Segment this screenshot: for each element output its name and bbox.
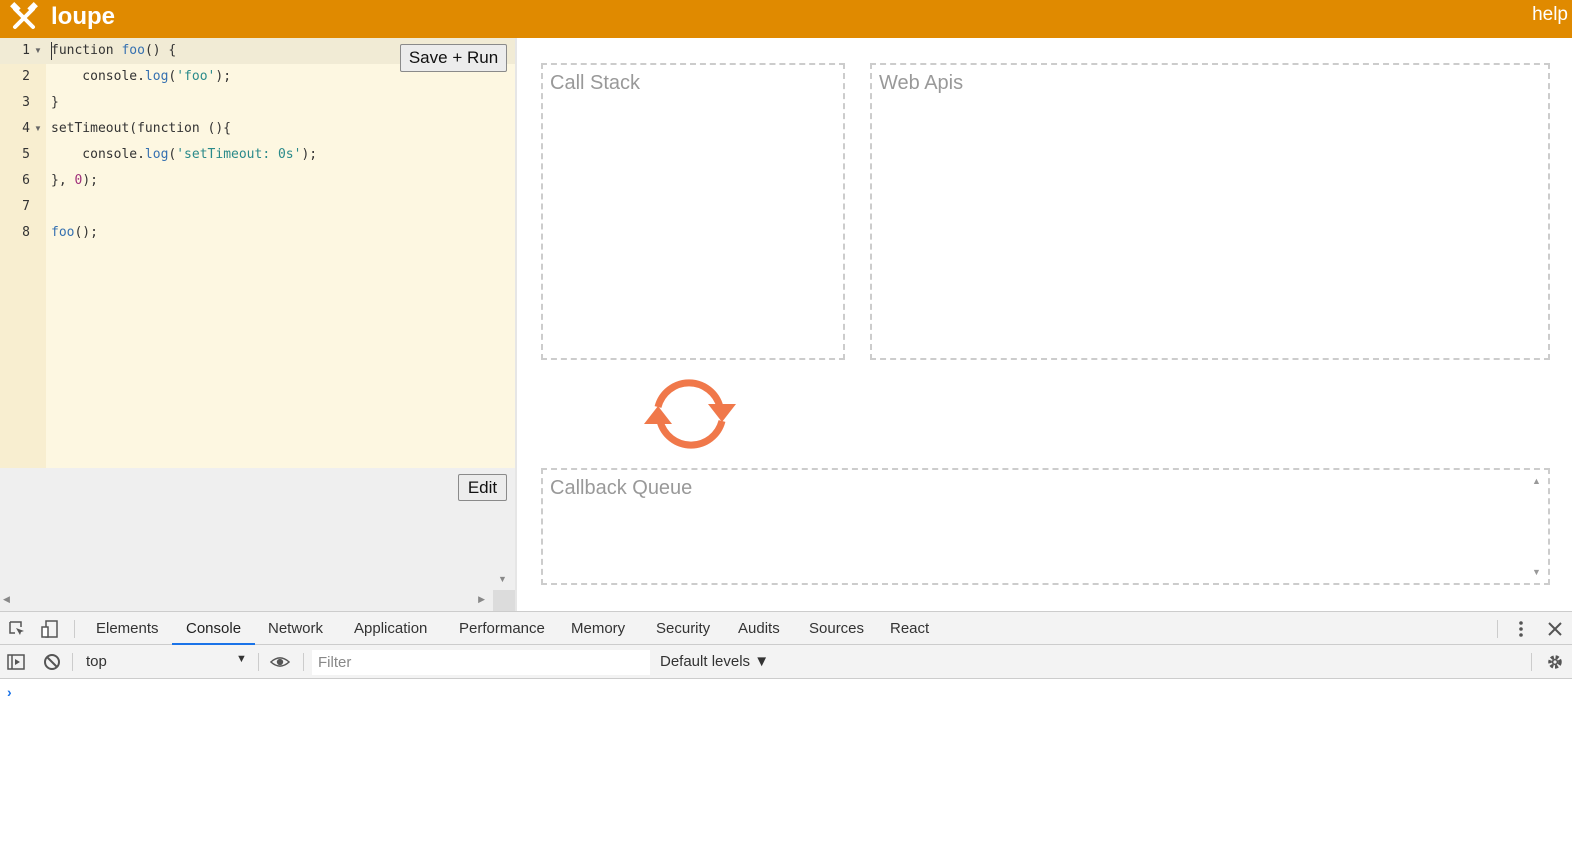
- code-line[interactable]: setTimeout(function (){: [51, 116, 231, 142]
- line-number: 4: [22, 121, 30, 136]
- eye-icon[interactable]: [270, 652, 290, 672]
- line-number: 2: [22, 69, 30, 84]
- gear-icon[interactable]: [1545, 652, 1565, 672]
- tab-elements[interactable]: Elements: [96, 612, 159, 645]
- call-stack-panel: Call Stack: [541, 63, 845, 360]
- line-number: 1: [22, 43, 30, 58]
- tab-application[interactable]: Application: [354, 612, 427, 645]
- scroll-down-icon[interactable]: ▼: [498, 574, 507, 584]
- call-stack-title: Call Stack: [550, 72, 641, 94]
- separator: [1531, 653, 1532, 671]
- web-apis-panel: Web Apis: [870, 63, 1550, 360]
- inspect-element-icon[interactable]: [7, 619, 27, 639]
- log-levels-dropdown[interactable]: Default levels ▼: [660, 652, 769, 672]
- more-options-icon[interactable]: [1511, 619, 1531, 639]
- devtools-tab-bar: Elements Console Network Application Per…: [0, 611, 1572, 645]
- scroll-down-icon[interactable]: ▼: [1532, 567, 1541, 577]
- separator: [1497, 620, 1498, 638]
- line-number: 6: [22, 173, 30, 188]
- line-number: 8: [22, 225, 30, 240]
- horizontal-scrollbar[interactable]: ◀ ▶: [0, 590, 493, 611]
- code-line[interactable]: foo();: [51, 220, 98, 246]
- tab-security[interactable]: Security: [656, 612, 710, 645]
- tab-audits[interactable]: Audits: [738, 612, 780, 645]
- output-pane: Edit ▼ ◀ ▶: [0, 468, 515, 611]
- callback-queue-panel: Callback Queue ▲ ▼: [541, 468, 1550, 585]
- code-line[interactable]: console.log('foo');: [51, 64, 231, 90]
- vertical-scrollbar[interactable]: ▲ ▼: [1528, 470, 1546, 583]
- device-toolbar-icon[interactable]: [40, 619, 60, 639]
- line-number: 3: [22, 95, 30, 110]
- console-toolbar: top ▼ Default levels ▼: [0, 645, 1572, 679]
- tab-network[interactable]: Network: [268, 612, 323, 645]
- code-line[interactable]: }, 0);: [51, 168, 98, 194]
- separator: [258, 653, 259, 671]
- fold-arrow-icon[interactable]: ▼: [34, 38, 42, 64]
- vertical-scrollbar[interactable]: ▼: [493, 468, 515, 590]
- tools-icon: [10, 2, 38, 29]
- line-number: 5: [22, 147, 30, 162]
- separator: [72, 653, 73, 671]
- tab-react[interactable]: React: [890, 612, 929, 645]
- app-title[interactable]: loupe: [51, 2, 115, 32]
- refresh-icon: [644, 379, 736, 449]
- pane-divider[interactable]: [515, 38, 517, 611]
- devtools-panel: Elements Console Network Application Per…: [0, 611, 1572, 848]
- tab-memory[interactable]: Memory: [571, 612, 625, 645]
- help-link[interactable]: help: [1532, 3, 1568, 27]
- code-editor[interactable]: 1 ▼ 2 3 4 ▼ 5 6 7 8 function foo() { con…: [0, 38, 515, 468]
- scrollbar-corner: [493, 590, 515, 611]
- tab-console[interactable]: Console: [172, 612, 256, 645]
- console-prompt[interactable]: ›: [7, 684, 12, 700]
- save-run-button[interactable]: Save + Run: [400, 44, 507, 72]
- code-line[interactable]: console.log('setTimeout: 0s');: [51, 142, 317, 168]
- scroll-left-icon[interactable]: ◀: [3, 594, 10, 605]
- scroll-right-icon[interactable]: ▶: [478, 594, 485, 605]
- clear-console-icon[interactable]: [42, 652, 62, 672]
- chevron-down-icon[interactable]: ▼: [236, 653, 247, 665]
- scroll-up-icon[interactable]: ▲: [1532, 476, 1541, 486]
- tab-sources[interactable]: Sources: [809, 612, 864, 645]
- tab-performance[interactable]: Performance: [459, 612, 545, 645]
- code-line[interactable]: }: [51, 90, 59, 116]
- callback-queue-title: Callback Queue: [550, 477, 693, 499]
- filter-input[interactable]: [312, 650, 650, 675]
- context-selector[interactable]: top: [86, 652, 107, 672]
- code-line[interactable]: function foo() {: [51, 38, 176, 64]
- separator: [303, 653, 304, 671]
- close-icon[interactable]: [1545, 619, 1565, 639]
- web-apis-title: Web Apis: [879, 72, 964, 94]
- line-number: 7: [22, 199, 30, 214]
- text-cursor: [51, 42, 52, 60]
- fold-arrow-icon[interactable]: ▼: [34, 116, 42, 142]
- sidebar-toggle-icon[interactable]: [6, 652, 26, 672]
- separator: [74, 620, 75, 638]
- app-header: loupe help: [0, 0, 1572, 38]
